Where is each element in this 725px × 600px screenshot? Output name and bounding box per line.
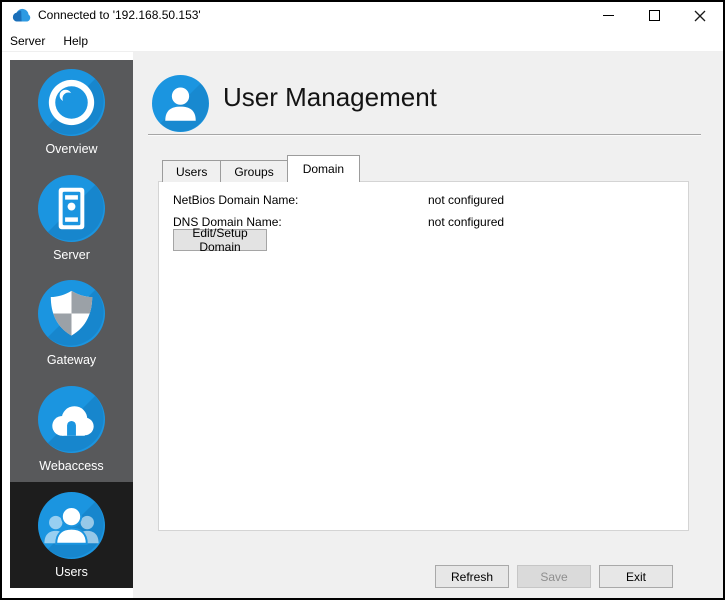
sidebar-item-label: Gateway — [47, 353, 96, 367]
minimize-button[interactable] — [585, 2, 631, 29]
titlebar: Connected to '192.168.50.153' — [0, 0, 725, 30]
netbios-domain-value: not configured — [428, 193, 504, 207]
exit-button[interactable]: Exit — [599, 565, 673, 588]
sidebar-item-label: Users — [55, 565, 88, 579]
app-cloud-icon — [12, 8, 32, 27]
user-icon — [152, 75, 209, 132]
sidebar-item-gateway[interactable]: Gateway — [10, 271, 133, 377]
sidebar-item-users[interactable]: Users — [10, 482, 133, 588]
server-icon — [38, 175, 105, 242]
tabstrip: Users Groups Domain — [162, 155, 359, 182]
edit-setup-domain-button[interactable]: Edit/Setup Domain — [173, 229, 267, 251]
sidebar-item-webaccess[interactable]: Webaccess — [10, 377, 133, 483]
header-divider — [148, 134, 701, 135]
sidebar-item-label: Server — [53, 248, 90, 262]
domain-tab-panel: NetBios Domain Name: not configured DNS … — [158, 181, 689, 531]
tab-groups[interactable]: Groups — [220, 160, 287, 182]
netbios-domain-label: NetBios Domain Name: — [173, 193, 298, 207]
sidebar-item-overview[interactable]: Overview — [10, 60, 133, 166]
sidebar: Overview Server — [10, 60, 133, 588]
window-controls — [585, 2, 723, 29]
save-button[interactable]: Save — [517, 565, 591, 588]
dns-domain-value: not configured — [428, 215, 504, 229]
window-title: Connected to '192.168.50.153' — [38, 8, 201, 22]
maximize-button[interactable] — [631, 2, 677, 29]
close-button[interactable] — [677, 2, 723, 29]
refresh-button[interactable]: Refresh — [435, 565, 509, 588]
app-window: Connected to '192.168.50.153' Server Hel… — [0, 0, 725, 600]
cloud-icon — [38, 386, 105, 453]
tab-users[interactable]: Users — [162, 160, 221, 182]
maximize-icon — [649, 10, 660, 21]
eye-icon — [38, 69, 105, 136]
menu-item-help[interactable]: Help — [54, 30, 97, 51]
close-icon — [694, 10, 706, 22]
shield-icon — [38, 280, 105, 347]
tab-domain[interactable]: Domain — [287, 155, 360, 182]
sidebar-item-label: Webaccess — [39, 459, 103, 473]
minimize-icon — [603, 15, 614, 16]
menu-item-server[interactable]: Server — [1, 30, 54, 51]
menubar: Server Help — [0, 30, 725, 52]
page-title: User Management — [223, 68, 437, 126]
sidebar-item-server[interactable]: Server — [10, 166, 133, 272]
sidebar-item-label: Overview — [45, 142, 97, 156]
users-icon — [38, 492, 105, 559]
